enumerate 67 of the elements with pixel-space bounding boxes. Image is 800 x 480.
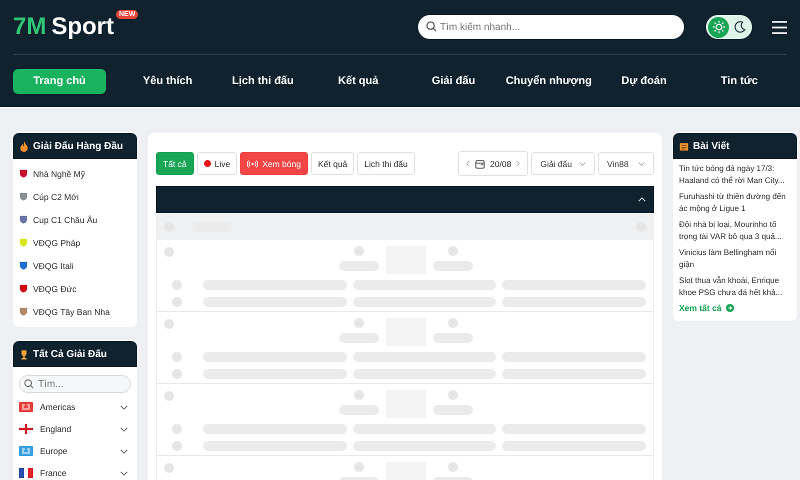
filter-tab[interactable]: Kết quả — [310, 152, 354, 175]
region-item[interactable]: England — [19, 418, 131, 440]
nav-tab[interactable]: Tin tức — [692, 68, 787, 94]
chevron-down-icon[interactable] — [120, 448, 128, 454]
panel-title: Giải Đấu Hàng Đầu — [33, 140, 124, 152]
sun-icon — [712, 20, 726, 34]
shield-icon — [19, 284, 28, 293]
article-link[interactable]: Đội nhà bị loại, Mourinho tố trọng tài VAR bỏ qua 3 quả... — [679, 219, 791, 243]
chevron-down-icon[interactable] — [120, 404, 128, 410]
region-item[interactable]: France — [19, 462, 131, 480]
shield-icon — [19, 307, 28, 316]
region-item[interactable]: Americas — [19, 396, 131, 418]
article-link[interactable]: Vinicius làm Bellingham nổi giận — [679, 247, 791, 271]
newspaper-icon — [679, 140, 689, 152]
panel-title: Bài Viết — [693, 140, 730, 152]
dropdown[interactable]: Giải đấu — [531, 152, 595, 175]
dropdown[interactable]: Vin88 — [598, 152, 654, 175]
filter-tab[interactable]: Xem bóng — [240, 152, 308, 175]
flag-icon — [19, 446, 33, 456]
live-dot-icon — [204, 160, 211, 167]
shield-icon — [19, 238, 28, 247]
nav-tab[interactable]: Chuyển nhượng — [501, 68, 596, 94]
league-item[interactable]: Cup C1 Châu Âu — [19, 208, 131, 231]
search-icon — [24, 379, 34, 389]
shield-icon — [19, 169, 28, 178]
shield-icon — [19, 192, 28, 201]
panel-title: Tất Cả Giải Đấu — [33, 348, 107, 360]
arrow-right-icon — [726, 304, 734, 312]
search-icon — [426, 21, 437, 32]
article-link[interactable]: Furuhashi từ thiên đường đến ác mộng ở Ligue 1 — [679, 191, 791, 215]
filter-tab[interactable]: Lịch thi đấu — [357, 152, 415, 175]
theme-toggle[interactable] — [706, 15, 752, 39]
league-item[interactable]: VĐQG Đức — [19, 277, 131, 300]
nav-tab[interactable]: Giải đấu — [406, 68, 502, 94]
chevron-down-icon[interactable] — [120, 426, 128, 432]
nav-tab[interactable]: Lịch thi đấu — [215, 68, 311, 94]
league-item[interactable]: Cúp C2 Mới — [19, 185, 131, 208]
chevron-down-icon[interactable] — [120, 470, 128, 476]
broadcast-icon — [247, 160, 258, 168]
logo-text[interactable]: 7M — [13, 13, 46, 41]
flag-icon — [19, 402, 33, 412]
league-item[interactable]: VĐQG Pháp — [19, 231, 131, 254]
chevron-down-icon — [579, 162, 586, 166]
flag-icon — [19, 468, 33, 478]
league-search-field[interactable]: Tìm... — [19, 375, 131, 393]
trophy-icon — [19, 348, 29, 360]
flag-icon — [19, 424, 33, 434]
flame-icon — [19, 140, 29, 152]
logo-wordmark[interactable]: Sport — [51, 13, 114, 41]
menu-icon[interactable] — [772, 20, 787, 34]
shield-icon — [19, 261, 28, 270]
search-field[interactable]: Tìm kiếm nhanh... — [418, 15, 684, 39]
calendar-icon — [475, 158, 486, 168]
nav-tab[interactable]: Dự đoán — [596, 68, 692, 94]
league-item[interactable]: Nhà Nghề Mỹ — [19, 162, 131, 185]
article-link[interactable]: Slot thua vẫn khoái, Enrique khoe PSG chưa đá hết khả... — [679, 275, 791, 299]
nav-tab[interactable]: Kết quả — [310, 68, 406, 94]
chevron-up-icon[interactable] — [638, 197, 646, 202]
region-item[interactable]: Europe — [19, 440, 131, 462]
moon-icon — [732, 20, 746, 34]
league-item[interactable]: VĐQG Itali — [19, 254, 131, 277]
filter-tab[interactable]: Live — [196, 152, 238, 175]
article-link[interactable]: Tin tức bóng đá ngày 17/3: Haaland có thể rời Man City... — [679, 163, 791, 187]
chevron-down-icon — [638, 162, 645, 166]
league-item[interactable]: VĐQG Tây Ban Nha — [19, 300, 131, 323]
nav-tab[interactable]: Yêu thích — [120, 68, 216, 94]
shield-icon — [19, 215, 28, 224]
